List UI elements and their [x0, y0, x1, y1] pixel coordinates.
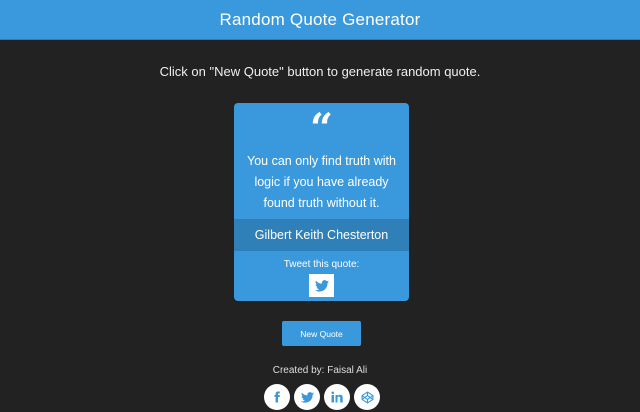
linkedin-icon	[331, 391, 343, 403]
twitter-link[interactable]	[294, 384, 320, 410]
social-links	[264, 384, 380, 410]
tweet-button[interactable]	[309, 274, 334, 297]
codepen-icon	[361, 391, 373, 403]
codepen-link[interactable]	[354, 384, 380, 410]
linkedin-link[interactable]	[324, 384, 350, 410]
facebook-link[interactable]	[264, 384, 290, 410]
quote-card: “ You can only find truth with logic if …	[234, 103, 409, 301]
instructions-text: Click on "New Quote" button to generate …	[159, 64, 481, 79]
footer-credit: Created by: Faisal Ali	[272, 365, 368, 376]
twitter-icon	[300, 391, 314, 403]
page-title: Random Quote Generator	[219, 9, 421, 29]
tweet-label: Tweet this quote:	[283, 259, 360, 270]
author-bar: Gilbert Keith Chesterton	[234, 219, 409, 251]
facebook-icon	[274, 391, 280, 403]
twitter-icon	[314, 279, 329, 292]
quote-text: You can only find truth with logic if yo…	[247, 154, 396, 210]
quote-left-icon: “	[309, 105, 333, 152]
quote-author: Gilbert Keith Chesterton	[254, 228, 389, 242]
top-bar: Random Quote Generator	[0, 0, 640, 40]
new-quote-button[interactable]: New Quote	[282, 321, 361, 346]
